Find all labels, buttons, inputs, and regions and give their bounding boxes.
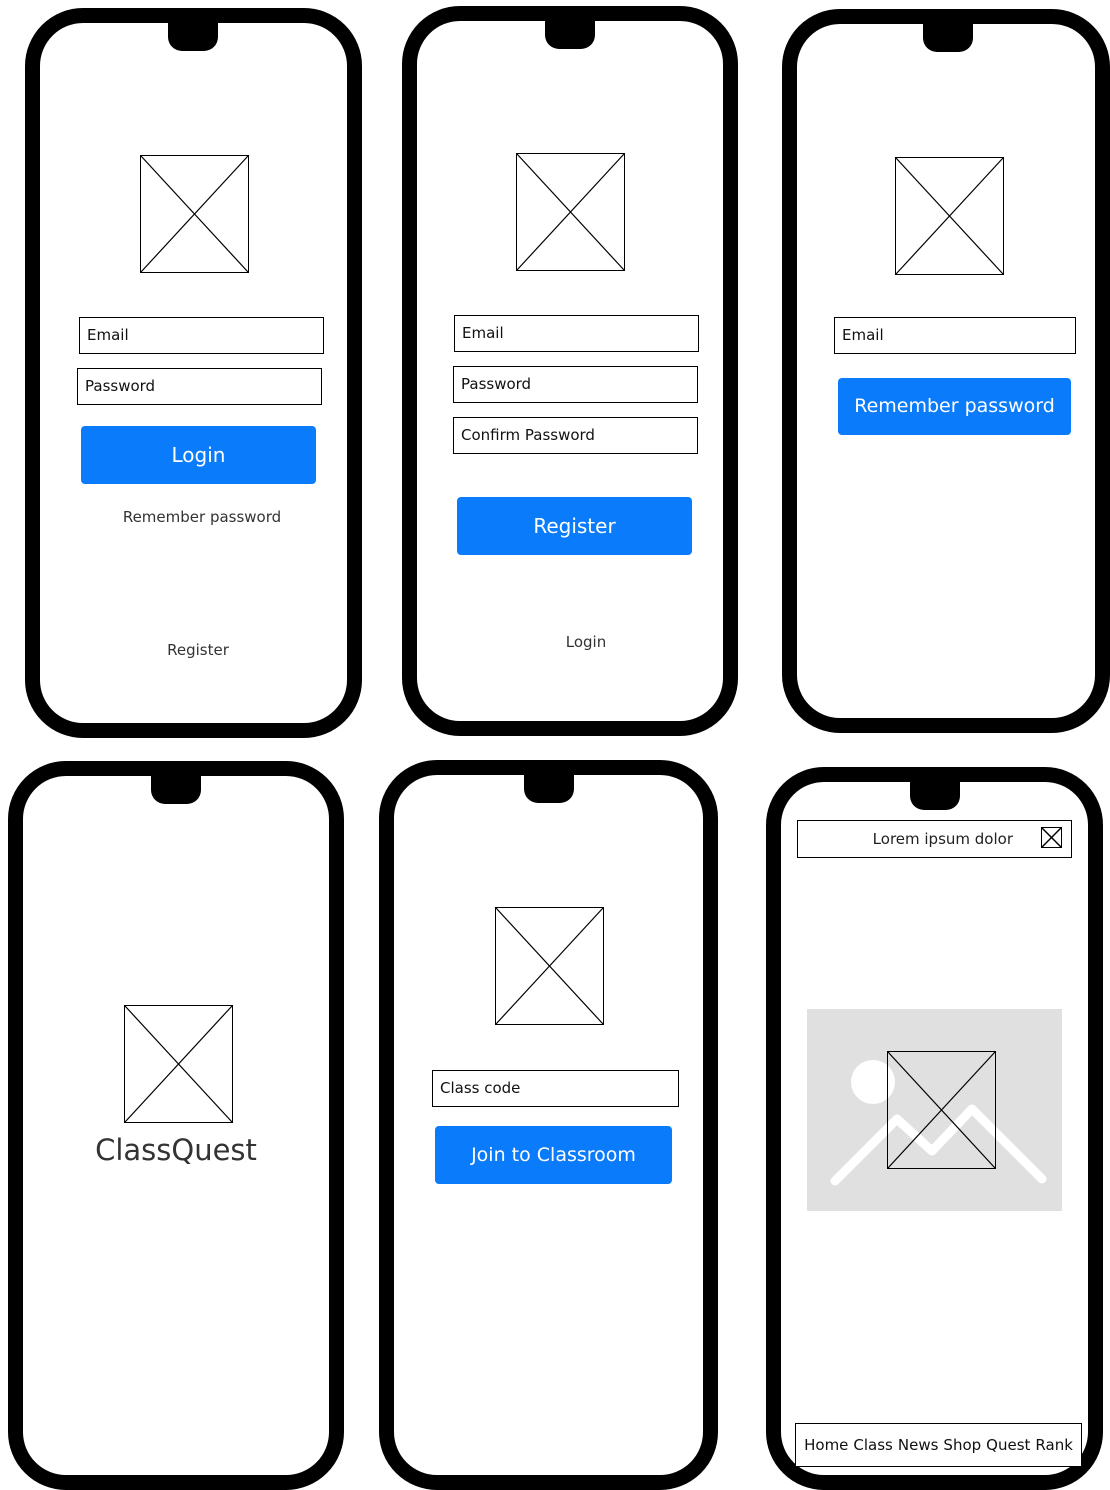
tab-rank[interactable]: Rank [1035, 1436, 1072, 1454]
phone-notch [151, 773, 201, 804]
register-screen-phone: Email Password Confirm Password Register… [402, 6, 738, 736]
home-screen-phone: Lorem ipsum dolor Home Class News Shop Q… [766, 767, 1103, 1490]
class-code-field[interactable]: Class code [432, 1070, 679, 1107]
image-placeholder-icon [887, 1051, 996, 1169]
recover-password-screen-phone: Email Remember password [782, 9, 1110, 733]
notification-banner: Lorem ipsum dolor [797, 820, 1072, 858]
phone-notch [545, 18, 595, 49]
tab-class[interactable]: Class [853, 1436, 892, 1454]
app-logo-placeholder-icon [124, 1005, 233, 1123]
password-field[interactable]: Password [77, 368, 322, 405]
password-field[interactable]: Password [453, 366, 698, 403]
join-classroom-screen-phone: Class code Join to Classroom [379, 760, 718, 1490]
tab-quest[interactable]: Quest [986, 1436, 1030, 1454]
remember-password-link[interactable]: Remember password [102, 508, 302, 526]
register-button[interactable]: Register [457, 497, 692, 555]
login-button[interactable]: Login [81, 426, 316, 484]
phone-notch [923, 21, 973, 52]
tab-home[interactable]: Home [804, 1436, 848, 1454]
confirm-password-field[interactable]: Confirm Password [453, 417, 698, 454]
phone-notch [168, 20, 218, 51]
app-name: ClassQuest [95, 1133, 257, 1167]
image-icon [807, 1009, 1062, 1211]
tab-shop[interactable]: Shop [943, 1436, 981, 1454]
logo-placeholder-icon [495, 907, 604, 1025]
splash-screen-phone: ClassQuest [8, 761, 344, 1490]
email-field[interactable]: Email [454, 315, 699, 352]
logo-placeholder-icon [895, 157, 1004, 275]
email-field[interactable]: Email [834, 317, 1076, 354]
logo-placeholder-icon [140, 155, 249, 273]
register-link[interactable]: Register [138, 641, 258, 659]
login-link[interactable]: Login [526, 633, 646, 651]
phone-notch [524, 772, 574, 803]
phone-notch [910, 779, 960, 810]
banner-text: Lorem ipsum dolor [872, 830, 1013, 848]
email-field[interactable]: Email [79, 317, 324, 354]
login-screen-phone: Email Password Login Remember password R… [25, 8, 362, 738]
close-box-icon[interactable] [1041, 827, 1062, 848]
tab-news[interactable]: News [898, 1436, 939, 1454]
logo-placeholder-icon [516, 153, 625, 271]
remember-password-button[interactable]: Remember password [838, 378, 1071, 435]
join-classroom-button[interactable]: Join to Classroom [435, 1126, 672, 1184]
bottom-tab-bar: Home Class News Shop Quest Rank [795, 1423, 1082, 1467]
